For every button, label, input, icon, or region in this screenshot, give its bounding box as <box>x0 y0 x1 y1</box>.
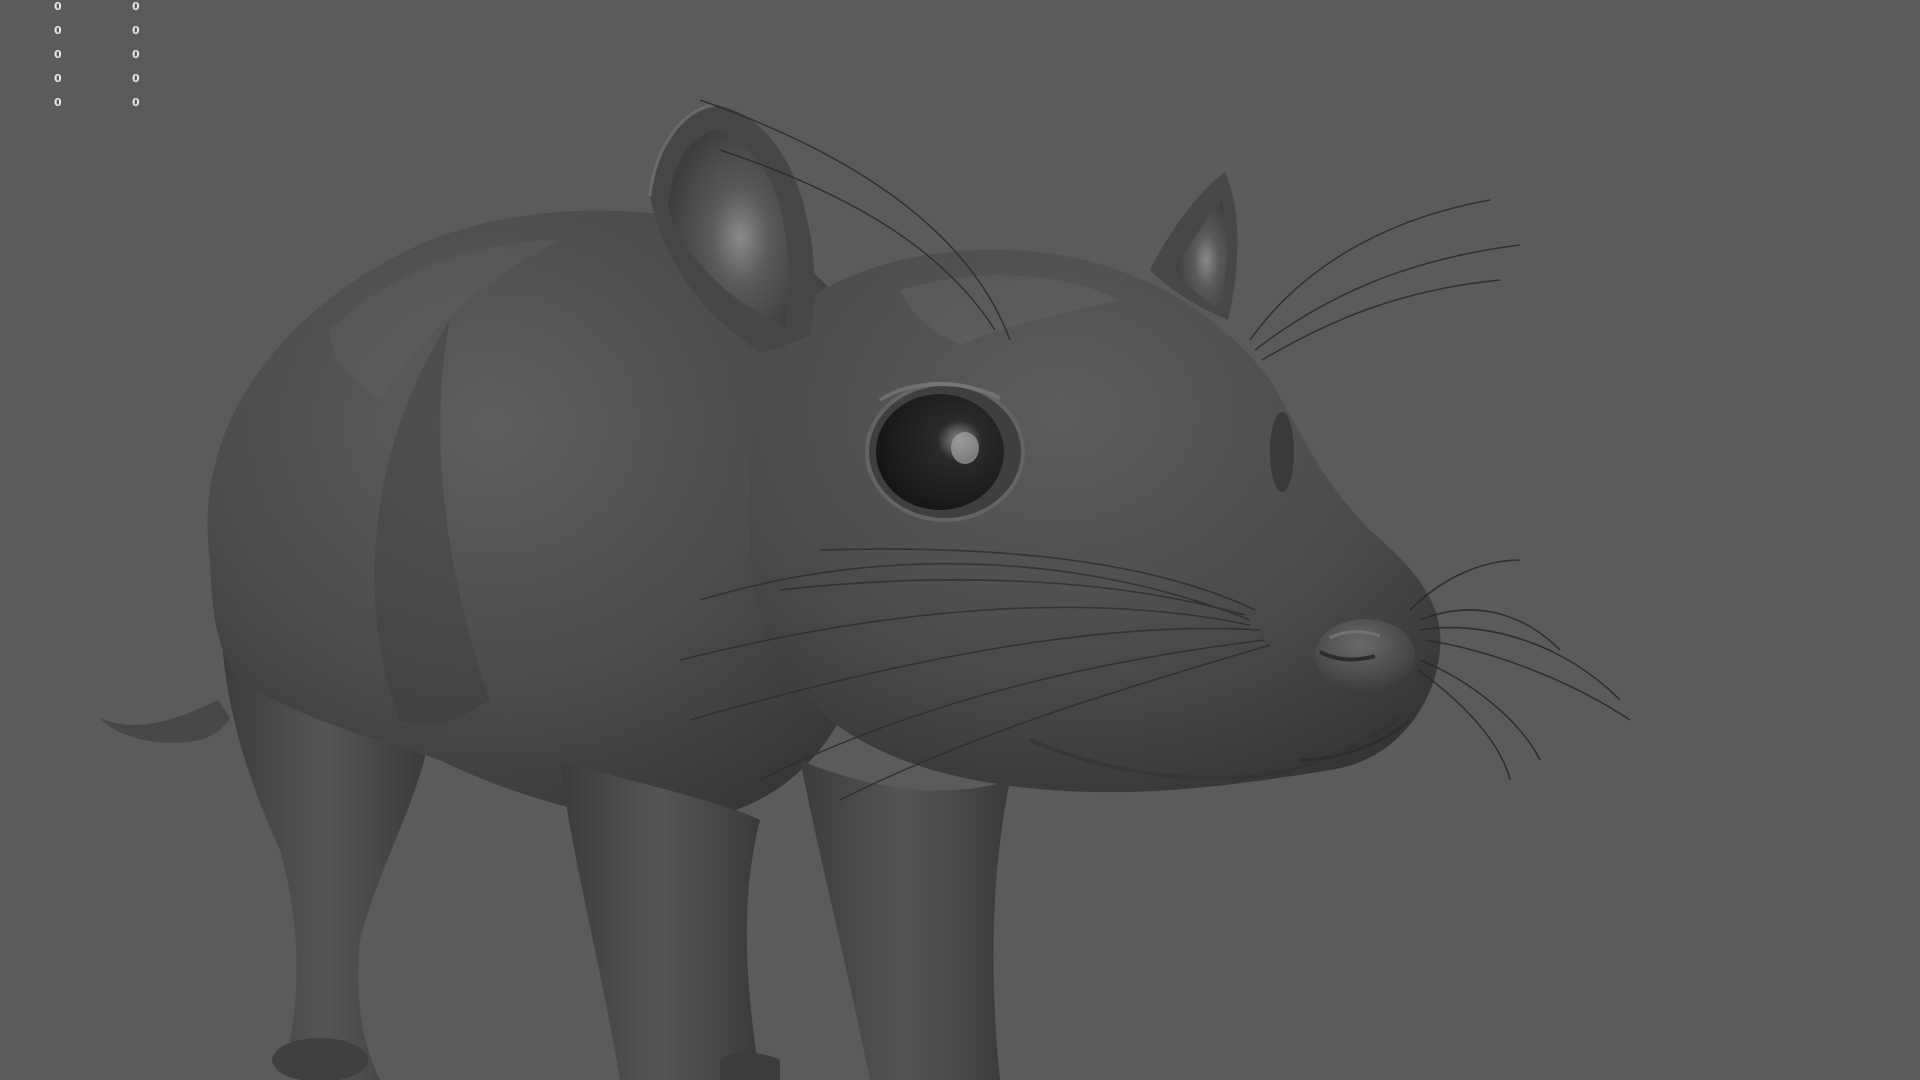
hud-row: 0 0 <box>52 96 162 110</box>
hud-row: 0 0 <box>52 72 162 86</box>
head <box>749 249 1441 793</box>
hud-row: 0 0 <box>52 48 162 62</box>
3d-viewport[interactable]: 0 0 0 0 0 0 0 0 0 0 <box>0 0 1920 1080</box>
hud-value: 0 <box>54 48 62 61</box>
far-eye-bump <box>1270 412 1294 492</box>
hud-value: 0 <box>54 72 62 85</box>
snout-whiskers <box>1409 559 1631 781</box>
hud-value: 0 <box>132 0 140 13</box>
hud-value: 0 <box>132 48 140 61</box>
hud-value: 0 <box>132 96 140 109</box>
eye-icon <box>876 394 1004 510</box>
hud-row: 0 0 <box>52 24 162 38</box>
hud-value: 0 <box>54 96 62 109</box>
hud-value: 0 <box>132 24 140 37</box>
tail <box>100 700 230 743</box>
eye-highlight <box>951 432 979 464</box>
hud-value: 0 <box>54 24 62 37</box>
front-foot-hint <box>720 1052 780 1080</box>
rat-model[interactable] <box>0 0 1920 1080</box>
heads-up-display: 0 0 0 0 0 0 0 0 0 0 <box>52 0 162 120</box>
hud-value: 0 <box>54 0 62 13</box>
front-leg-right <box>800 760 1010 1080</box>
hud-row: 0 0 <box>52 0 162 14</box>
hud-value: 0 <box>132 72 140 85</box>
rear-foot <box>272 1038 368 1080</box>
